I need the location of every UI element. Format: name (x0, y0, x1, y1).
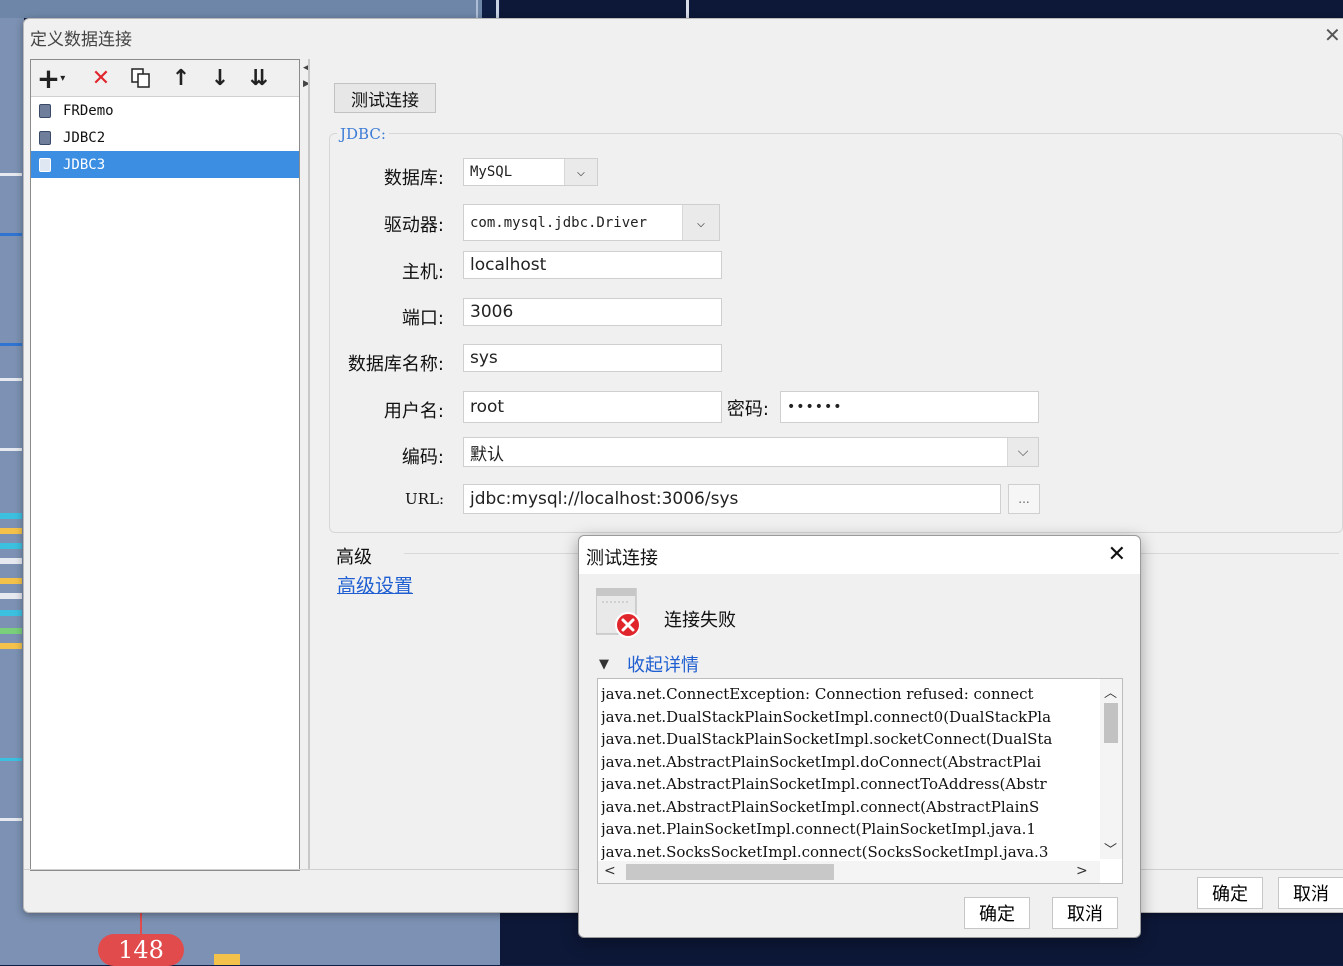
arrow-up-icon: ↑ (171, 65, 191, 91)
chevron-down-icon: ⌵ (564, 159, 597, 185)
delete-connection-button[interactable]: ✕ (87, 64, 115, 92)
move-up-button[interactable]: ↑ (167, 64, 195, 92)
chevron-down-icon[interactable]: ﹀ (1104, 839, 1117, 858)
close-icon[interactable]: ✕ (1108, 542, 1126, 567)
database-label: 数据库: (383, 168, 444, 189)
advanced-settings-link[interactable]: 高级设置 (337, 571, 413, 598)
background-bottom-panel (0, 910, 500, 965)
sort-button[interactable]: ⇊ (245, 64, 273, 92)
connection-list-pane: + ▾ ✕ ↑ ↓ ⇊ FRDemo JDBC2 JDBC3 (30, 59, 300, 871)
background-app-header-dark (500, 0, 1343, 18)
database-value: MySQL (470, 164, 513, 180)
stack-line: java.net.DualStackPlainSocketImpl.socket… (601, 730, 1053, 748)
copy-icon (131, 68, 150, 88)
url-input[interactable]: jdbc:mysql://localhost:3006/sys (463, 484, 1001, 514)
caret-down-icon: ▾ (60, 72, 66, 84)
port-label: 端口: (401, 308, 444, 329)
encoding-label: 编码: (401, 447, 444, 468)
error-details-area[interactable]: java.net.ConnectException: Connection re… (597, 678, 1123, 884)
background-marker-line (140, 910, 142, 936)
stack-line: java.net.PlainSocketImpl.connect(PlainSo… (601, 820, 1036, 838)
list-item[interactable]: JDBC2 (31, 124, 299, 151)
test-connection-button[interactable]: 测试连接 (334, 83, 436, 113)
close-icon[interactable]: ✕ (1324, 23, 1343, 47)
collapse-details-toggle[interactable]: ▼ 收起详情 (599, 651, 699, 677)
chevron-down-icon: ⌵ (1007, 438, 1038, 466)
triangle-down-icon: ▼ (599, 656, 609, 672)
add-connection-button[interactable]: + ▾ (36, 61, 66, 95)
chevron-down-icon: ⌵ (682, 205, 719, 240)
list-item[interactable]: JDBC3 (31, 151, 299, 178)
jdbc-group (329, 133, 1343, 533)
background-left-strip (0, 18, 24, 965)
arrow-down-icon: ↓ (210, 65, 230, 91)
list-item[interactable]: FRDemo (31, 97, 299, 124)
stack-line: java.net.SocksSocketImpl.connect(SocksSo… (601, 842, 1049, 861)
jdbc-legend: JDBC: (337, 125, 389, 143)
encoding-select[interactable]: 默认 ⌵ (463, 437, 1039, 467)
connection-name: JDBC2 (63, 129, 106, 146)
encoding-value: 默认 (470, 444, 504, 465)
advanced-heading: 高级 (336, 547, 372, 568)
cancel-button[interactable]: 取消 (1052, 897, 1118, 929)
driver-value: com.mysql.jdbc.Driver (470, 214, 648, 231)
url-browse-button[interactable]: ... (1008, 484, 1040, 514)
dbname-label: 数据库名称: (347, 354, 444, 375)
delete-icon: ✕ (91, 65, 111, 91)
stack-line: java.net.DualStackPlainSocketImpl.connec… (601, 707, 1052, 726)
password-label: 密码: (726, 399, 769, 420)
username-label: 用户名: (383, 401, 444, 422)
background-yellow-block (214, 954, 240, 965)
error-message: 连接失败 (664, 610, 736, 631)
background-divider (686, 0, 689, 18)
chevron-up-icon[interactable]: ︿ (1104, 682, 1117, 701)
scroll-thumb[interactable] (1104, 703, 1118, 743)
ok-button[interactable]: 确定 (964, 897, 1030, 929)
dialog-title: 定义数据连接 (30, 30, 132, 50)
host-label: 主机: (401, 262, 444, 283)
chevron-left-icon[interactable]: < (604, 863, 616, 879)
connection-toolbar: + ▾ ✕ ↑ ↓ ⇊ (31, 60, 299, 97)
plus-icon: + (36, 61, 61, 95)
scroll-thumb[interactable] (626, 864, 834, 880)
test-connection-dialog: 测试连接 ✕ 连接失败 ▼ 收起详情 java.net.ConnectExcep… (578, 535, 1141, 938)
password-input[interactable]: •••••• (780, 391, 1039, 423)
port-input[interactable]: 3006 (463, 298, 722, 326)
url-label: URL: (405, 490, 444, 508)
vertical-scrollbar[interactable]: ︿ ﹀ (1100, 679, 1122, 859)
chevron-right-icon[interactable]: > (1076, 863, 1088, 879)
dialog-title: 测试连接 (586, 548, 658, 569)
divider (308, 59, 310, 869)
dbname-input[interactable]: sys (463, 344, 722, 372)
cancel-button[interactable]: 取消 (1278, 877, 1343, 909)
driver-select[interactable]: com.mysql.jdbc.Driver ⌵ (463, 204, 720, 241)
driver-label: 驱动器: (383, 215, 444, 236)
database-icon (39, 103, 51, 118)
toggle-label: 收起详情 (627, 655, 699, 676)
stack-line: java.net.AbstractPlainSocketImpl.doConne… (601, 752, 1042, 771)
stack-line: java.net.ConnectException: Connection re… (601, 685, 1034, 703)
connection-name: JDBC3 (63, 156, 106, 173)
dialog-title-bar: 测试连接 ✕ (579, 536, 1140, 574)
move-down-button[interactable]: ↓ (206, 64, 234, 92)
horizontal-scrollbar[interactable]: < > (598, 861, 1100, 883)
stack-line: java.net.AbstractPlainSocketImpl.connect… (601, 775, 1047, 793)
database-select[interactable]: MySQL ⌵ (463, 158, 598, 186)
database-icon (39, 157, 51, 172)
stack-line: java.net.AbstractPlainSocketImpl.connect… (601, 797, 1040, 816)
connection-error-icon (596, 588, 640, 638)
copy-connection-button[interactable] (127, 64, 155, 92)
background-app-header (0, 0, 482, 18)
sort-icon: ⇊ (249, 65, 269, 91)
connection-name: FRDemo (63, 102, 114, 119)
background-count-badge: 148 (98, 934, 184, 966)
stack-trace: java.net.ConnectException: Connection re… (601, 683, 1095, 863)
host-input[interactable]: localhost (463, 251, 722, 279)
connection-list: FRDemo JDBC2 JDBC3 (31, 97, 299, 178)
database-icon (39, 130, 51, 145)
ok-button[interactable]: 确定 (1197, 877, 1263, 909)
